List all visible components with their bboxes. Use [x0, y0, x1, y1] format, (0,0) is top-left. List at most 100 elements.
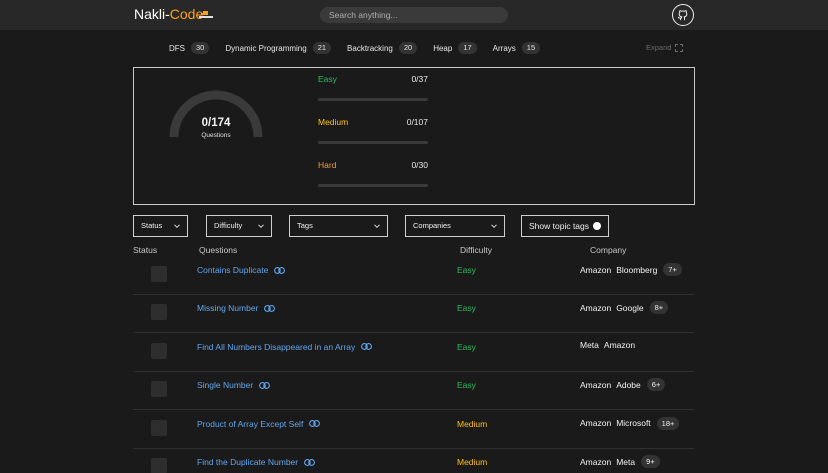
company-name: Meta [616, 456, 636, 467]
link-icon[interactable] [304, 458, 316, 466]
chevron-down-icon [258, 224, 264, 229]
question-link[interactable]: Find All Numbers Disappeared in an Array [197, 341, 373, 352]
question-title: Missing Number [197, 303, 259, 314]
tag-label: Heap [433, 43, 453, 53]
filter-label: Tags [297, 221, 313, 230]
question-link[interactable]: Product of Array Except Self [197, 419, 321, 429]
tag-label: Arrays [492, 43, 516, 53]
total-label: Questions [201, 132, 231, 139]
difficulty-label: Easy [457, 303, 476, 314]
difficulty-label: Easy [457, 380, 476, 391]
toggle-knob [593, 222, 601, 230]
difficulty-name: Easy [318, 74, 337, 84]
status-checkbox[interactable] [151, 458, 167, 473]
company-name: Amazon [603, 339, 636, 350]
question-title: Single Number [197, 380, 254, 391]
company-name: Adobe [616, 379, 641, 390]
github-icon [677, 10, 688, 21]
chevron-down-icon [374, 224, 380, 229]
show-topic-tags-toggle[interactable]: Show topic tags [521, 215, 609, 237]
filter-label: Difficulty [214, 221, 243, 230]
filter-label: Companies [413, 221, 451, 230]
more-companies-badge[interactable]: 8+ [649, 301, 669, 315]
tag-label: Backtracking [347, 43, 393, 53]
topic-tag-heap[interactable]: Heap 17 [433, 42, 477, 54]
topic-tag-dfs[interactable]: DFS 30 [169, 42, 210, 54]
more-companies-badge[interactable]: 9+ [641, 455, 660, 468]
company-list: Amazon Meta 9+ [580, 455, 660, 468]
table-row: Product of Array Except Self Medium Amazon… [133, 411, 694, 449]
difficulty-label: Medium [457, 457, 488, 467]
tag-label: DFS [169, 43, 185, 53]
question-link[interactable]: Find the Duplicate Number [197, 457, 316, 467]
topic-tag-arrays[interactable]: Arrays 15 [492, 42, 541, 54]
company-name: Amazon [580, 456, 612, 467]
link-icon[interactable] [361, 343, 373, 351]
company-name: Meta [580, 339, 599, 350]
company-name: Amazon [580, 264, 612, 275]
logo-text: Nakli- [134, 6, 170, 22]
company-list: Amazon Google 8+ [580, 301, 669, 315]
app-logo[interactable]: Nakli-Code [134, 6, 203, 22]
column-header-company: Company [590, 245, 627, 255]
status-checkbox[interactable] [151, 342, 167, 359]
difficulty-value: 0/30 [411, 160, 428, 170]
link-icon[interactable] [274, 266, 286, 274]
company-name: Amazon [580, 302, 612, 313]
more-companies-badge[interactable]: 18+ [656, 416, 680, 430]
table-row: Find the Duplicate Number Medium Amazon Met… [133, 449, 694, 473]
difficulty-label: Easy [457, 341, 476, 352]
more-companies-badge[interactable]: 7+ [663, 263, 682, 276]
column-header-difficulty: Difficulty [460, 245, 492, 255]
more-companies-badge[interactable]: 6+ [646, 378, 666, 392]
status-checkbox[interactable] [151, 266, 167, 282]
difficulty-label: Easy [457, 265, 476, 275]
filter-label: Status [141, 221, 163, 230]
difficulty-filter-dropdown[interactable]: Difficulty [206, 215, 272, 237]
status-checkbox[interactable] [151, 419, 167, 436]
topic-tag-backtracking[interactable]: Backtracking 20 [347, 42, 418, 54]
expand-label: Expand [646, 43, 672, 52]
company-name: Google [616, 302, 644, 313]
link-icon[interactable] [259, 381, 271, 389]
table-row: Contains Duplicate Easy Amazon Bloomberg 7+ [133, 257, 694, 295]
search-input[interactable]: Search anything... [320, 7, 508, 23]
hard-progress-bar [318, 184, 428, 187]
company-name: Amazon [580, 418, 612, 429]
status-checkbox[interactable] [151, 304, 167, 321]
total-solved: 0/174 [201, 117, 231, 129]
logo-mark-icon [199, 11, 213, 18]
company-list: Amazon Microsoft 18+ [580, 416, 680, 430]
question-title: Contains Duplicate [197, 265, 269, 275]
difficulty-name: Medium [318, 117, 349, 127]
company-name: Bloomberg [616, 264, 658, 275]
question-link[interactable]: Missing Number [197, 303, 276, 314]
table-row: Single Number Easy Amazon Adobe 6+ [133, 372, 694, 411]
status-checkbox[interactable] [151, 381, 167, 398]
company-name: Amazon [580, 379, 612, 390]
expand-button[interactable]: Expand [646, 43, 684, 52]
chevron-down-icon [174, 224, 180, 229]
difficulty-label: Medium [457, 418, 488, 429]
expand-icon [675, 43, 684, 52]
progress-panel: 0/174 Questions Easy 0/37 Medium 0/107 H… [133, 67, 695, 205]
tags-filter-dropdown[interactable]: Tags [289, 215, 388, 237]
top-navbar: Nakli-Code Search anything... [0, 0, 828, 30]
tag-count: 15 [521, 42, 541, 54]
question-title: Find All Numbers Disappeared in an Array [197, 341, 356, 352]
table-row: Find All Numbers Disappeared in an Array… [133, 334, 694, 372]
company-list: Meta Amazon [580, 340, 640, 350]
column-header-questions: Questions [199, 245, 238, 255]
status-filter-dropdown[interactable]: Status [133, 215, 188, 237]
tag-count: 17 [458, 42, 477, 54]
question-link[interactable]: Contains Duplicate [197, 265, 286, 275]
github-button[interactable] [672, 4, 694, 26]
companies-filter-dropdown[interactable]: Companies [405, 215, 505, 237]
column-header-status: Status [133, 245, 158, 255]
link-icon[interactable] [264, 304, 276, 312]
topic-tag-dynamic-programming[interactable]: Dynamic Programming 21 [225, 42, 332, 54]
question-link[interactable]: Single Number [197, 380, 271, 391]
question-title: Find the Duplicate Number [197, 457, 299, 467]
link-icon[interactable] [309, 420, 321, 428]
difficulty-name: Hard [318, 160, 337, 170]
